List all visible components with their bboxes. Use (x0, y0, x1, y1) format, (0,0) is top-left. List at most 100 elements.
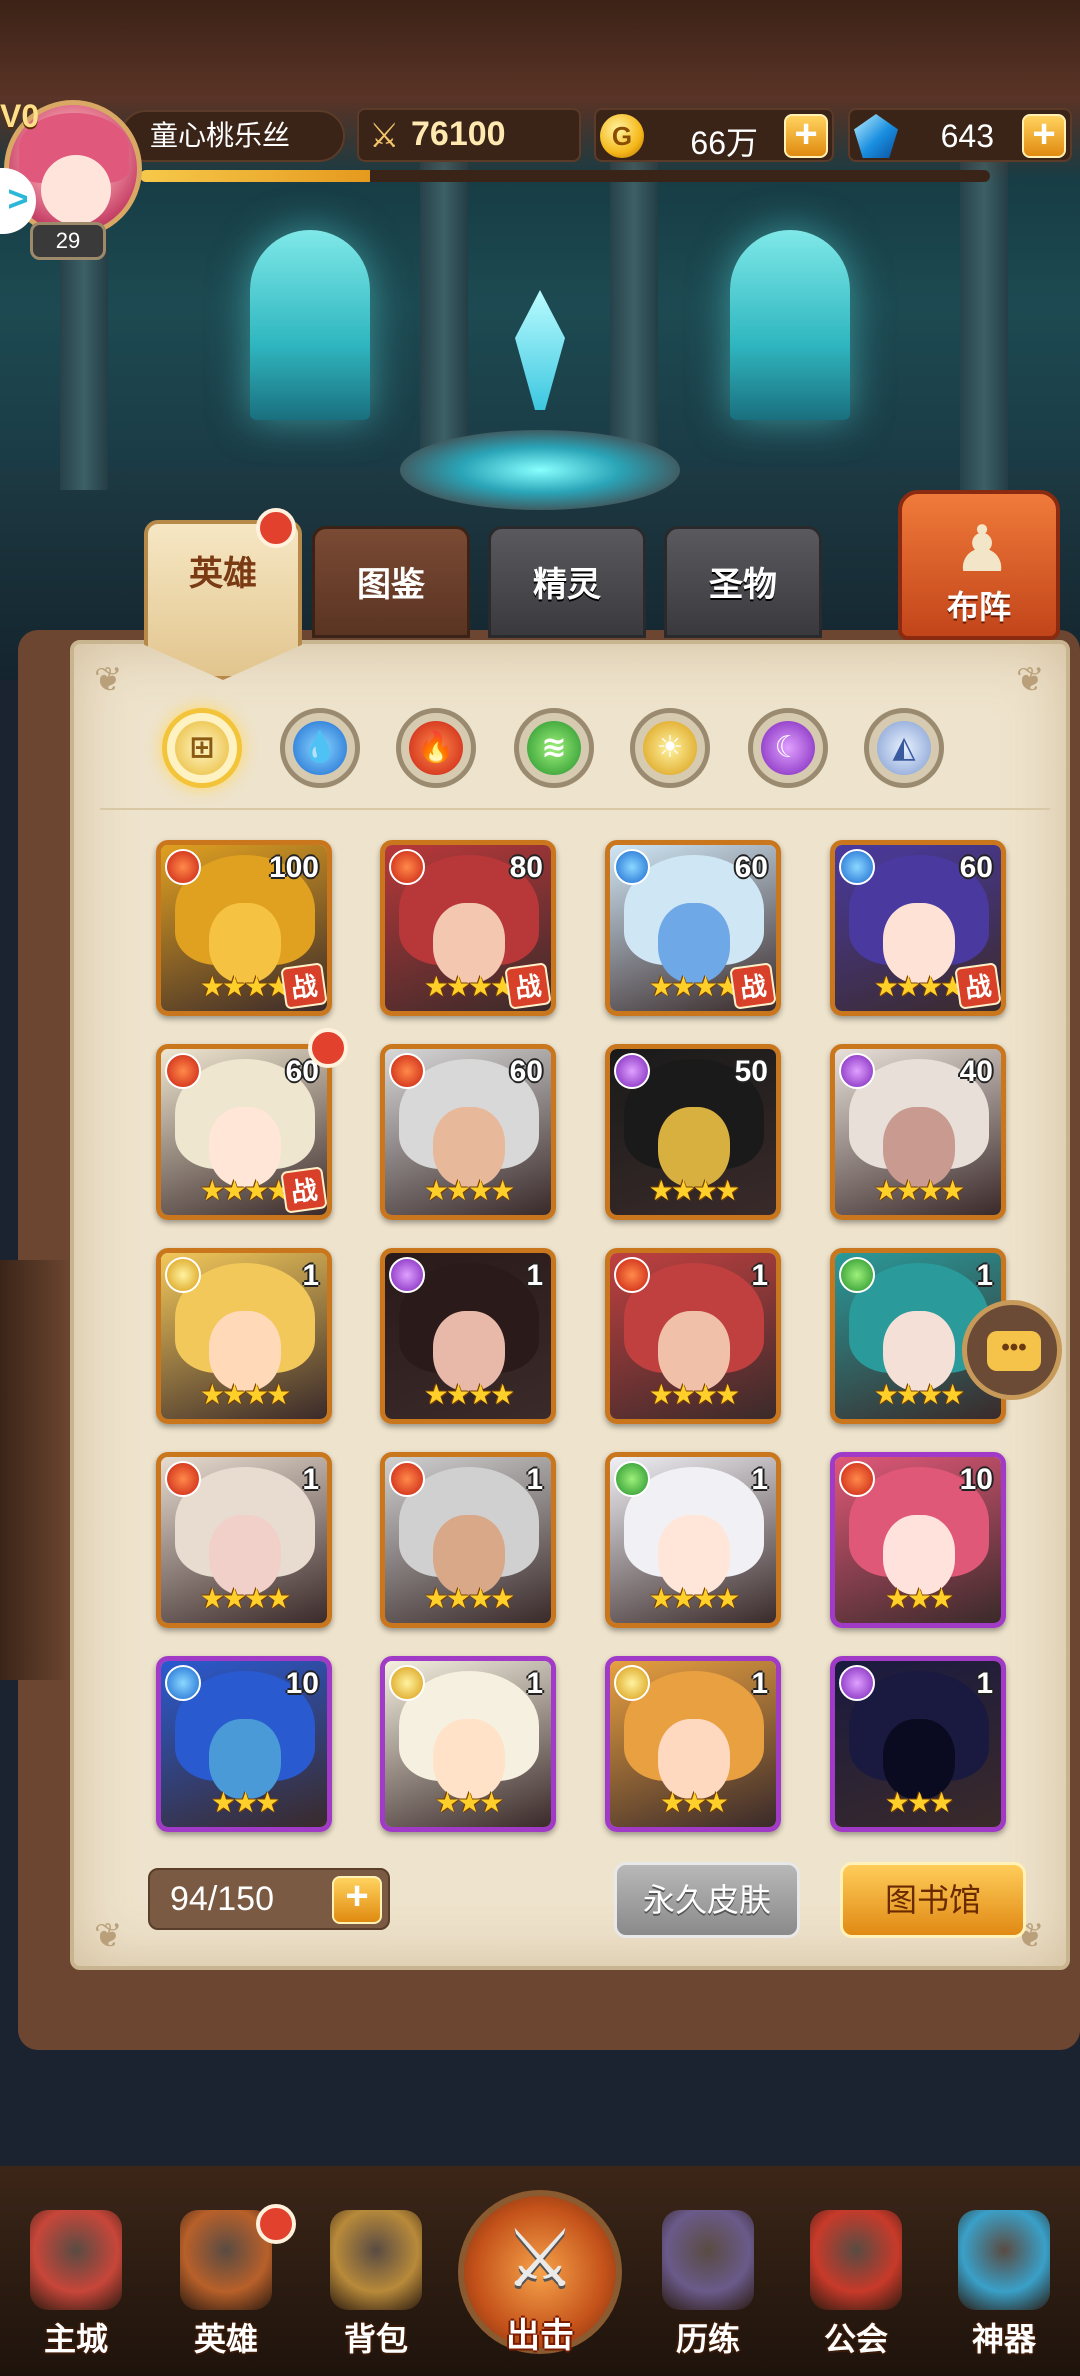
filter-water-button[interactable]: 💧 (280, 708, 360, 788)
hero-stars: ★★★ (884, 1787, 954, 1818)
hero-stars: ★★★★ (423, 1175, 515, 1206)
notification-dot (256, 2204, 296, 2244)
fire-element-icon (165, 1461, 201, 1497)
hero-stars: ★★★★ (648, 1379, 740, 1410)
hero-card[interactable]: 1 ★★★ (605, 1656, 781, 1832)
hero-card[interactable]: 60 ★★★★ 战 (156, 1044, 332, 1220)
nav-battle[interactable]: ⚔ 出击 (458, 2190, 622, 2355)
hero-card[interactable]: 1 ★★★★ (605, 1452, 781, 1628)
hero-card[interactable]: 1 ★★★★ (156, 1248, 332, 1424)
notification-dot (308, 1028, 348, 1068)
fire-element-icon (389, 849, 425, 885)
hero-card[interactable]: 1 ★★★★ (380, 1452, 556, 1628)
hero-level: 1 (302, 1463, 319, 1496)
hero-level: 10 (285, 1667, 319, 1700)
hero-card[interactable]: 60 ★★★★ 战 (605, 840, 781, 1016)
filter-wind-button[interactable]: ≋ (514, 708, 594, 788)
gold-value: 66万 (690, 125, 758, 161)
nav-label: 出击 (506, 2317, 574, 2355)
moon-icon: ☾ (761, 721, 815, 775)
fountain (400, 430, 680, 510)
book-ribbon (0, 1260, 70, 1680)
expand-capacity-button[interactable]: + (332, 1876, 382, 1924)
corner-ornament-icon: ❦ (94, 661, 123, 699)
crystal (515, 290, 565, 410)
chat-button[interactable]: ••• (962, 1300, 1062, 1400)
hero-stars: ★★★★ (199, 1583, 291, 1614)
hero-level: 10 (959, 1463, 993, 1496)
corner-ornament-icon: ❦ (1016, 661, 1045, 699)
hero-level: 50 (734, 1055, 768, 1088)
formation-label: 布阵 (946, 589, 1011, 625)
add-gold-button[interactable]: + (784, 114, 828, 158)
prism-icon: ◭ (877, 721, 931, 775)
tab-spirit[interactable]: 精灵 (488, 526, 646, 638)
hero-level: 60 (509, 1055, 543, 1088)
hero-card[interactable]: 40 ★★★★ (830, 1044, 1006, 1220)
hero-level: 80 (509, 851, 543, 884)
hero-card[interactable]: 1 ★★★★ (156, 1452, 332, 1628)
filter-dark-button[interactable]: ☾ (748, 708, 828, 788)
tab-codex[interactable]: 图鉴 (312, 526, 470, 638)
nav-guild[interactable]: 公会 (796, 2210, 916, 2360)
hero-stars: ★★★★ (648, 1175, 740, 1206)
water-element-icon (839, 849, 875, 885)
hero-card[interactable]: 1 ★★★★ (380, 1248, 556, 1424)
water-element-icon (614, 849, 650, 885)
chess-piece-icon: ♟ (953, 513, 1011, 585)
dark-element-icon (389, 1257, 425, 1293)
wind-element-icon (839, 1257, 875, 1293)
hero-card[interactable]: 100 ★★★★ 战 (156, 840, 332, 1016)
library-button[interactable]: 图书馆 (840, 1862, 1026, 1938)
permanent-skin-button[interactable]: 永久皮肤 (614, 1862, 800, 1938)
castle-icon (30, 2210, 122, 2310)
guild-shield-icon (810, 2210, 902, 2310)
dark-element-icon (839, 1053, 875, 1089)
nav-label: 历练 (675, 2321, 740, 2357)
water-element-icon (165, 1665, 201, 1701)
hero-card[interactable]: 50 ★★★★ (605, 1044, 781, 1220)
nav-training[interactable]: 历练 (648, 2210, 768, 2360)
hero-level: 1 (751, 1463, 768, 1496)
nav-backpack[interactable]: 背包 (316, 2210, 436, 2360)
wind-element-icon (614, 1461, 650, 1497)
hero-card[interactable]: 1 ★★★ (380, 1656, 556, 1832)
fire-element-icon (389, 1053, 425, 1089)
nav-label: 公会 (823, 2321, 888, 2357)
add-gems-button[interactable]: + (1022, 114, 1066, 158)
hero-level: 1 (751, 1259, 768, 1292)
dark-element-icon (839, 1665, 875, 1701)
hero-card[interactable]: 1 ★★★★ (605, 1248, 781, 1424)
filter-all-button[interactable]: ⊞ (162, 708, 242, 788)
hero-level: 1 (976, 1667, 993, 1700)
fire-element-icon (614, 1257, 650, 1293)
gem-value: 643 (940, 118, 994, 154)
filter-light-button[interactable]: ☀ (630, 708, 710, 788)
flame-icon: 🔥 (409, 721, 463, 775)
hero-card[interactable]: 10 ★★★ (156, 1656, 332, 1832)
filter-void-button[interactable]: ◭ (864, 708, 944, 788)
in-team-badge: 战 (280, 962, 327, 1010)
nav-label: 神器 (971, 2321, 1036, 2357)
hero-card[interactable]: 10 ★★★ (830, 1452, 1006, 1628)
chat-bubble-icon: ••• (987, 1331, 1041, 1371)
nav-artifact[interactable]: 神器 (944, 2210, 1064, 2360)
hero-card[interactable]: 60 ★★★★ 战 (830, 840, 1006, 1016)
hero-card[interactable]: 60 ★★★★ (380, 1044, 556, 1220)
hero-card[interactable]: 1 ★★★ (830, 1656, 1006, 1832)
in-team-badge: 战 (504, 962, 551, 1010)
window-arch (730, 230, 850, 420)
tab-relic[interactable]: 圣物 (664, 526, 822, 638)
player-level: 29 (30, 222, 106, 260)
player-name: 童心桃乐丝 (120, 110, 345, 162)
formation-button[interactable]: ♟ 布阵 (898, 490, 1060, 640)
hero-card[interactable]: 80 ★★★★ 战 (380, 840, 556, 1016)
filter-fire-button[interactable]: 🔥 (396, 708, 476, 788)
hero-stars: ★★★★ (423, 1583, 515, 1614)
hero-level: 1 (302, 1259, 319, 1292)
tornado-icon: ≋ (527, 721, 581, 775)
hero-level: 1 (751, 1667, 768, 1700)
gold-display: G 66万 + (594, 108, 834, 162)
nav-main-city[interactable]: 主城 (16, 2210, 136, 2360)
fire-element-icon (389, 1461, 425, 1497)
